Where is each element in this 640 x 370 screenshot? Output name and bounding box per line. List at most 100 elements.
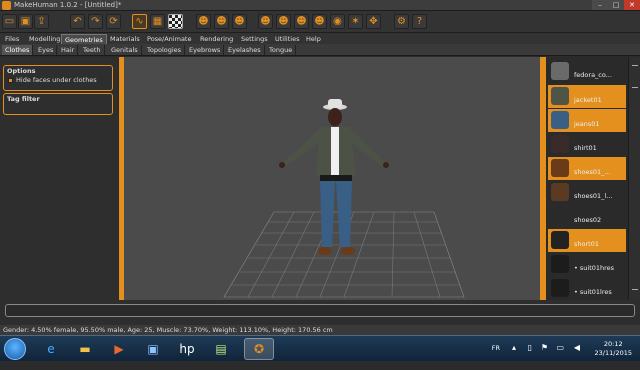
subtab-tongue[interactable]: Tongue — [266, 45, 297, 55]
tab-settings[interactable]: Settings — [238, 34, 271, 44]
tab-materials[interactable]: Materials — [107, 34, 143, 44]
back-view-icon[interactable]: ☻ — [214, 14, 229, 29]
pose-icon[interactable]: ✶ — [348, 14, 363, 29]
bottom-view-icon[interactable]: ☻ — [294, 14, 309, 29]
item-label: • suit01hres — [574, 264, 615, 272]
library-item[interactable]: shoes02 — [548, 205, 626, 228]
save-file-icon[interactable]: ▣ — [18, 14, 33, 29]
maximize-button[interactable]: □ — [608, 0, 624, 10]
new-file-icon[interactable]: ▭ — [2, 14, 17, 29]
subtab-eyelashes[interactable]: Eyelashes — [225, 45, 265, 55]
reset-icon[interactable]: ⟳ — [106, 14, 121, 29]
wireframe-icon[interactable]: ▦ — [150, 14, 165, 29]
subtab-topologies[interactable]: Topologies — [144, 45, 186, 55]
eye-view-icon[interactable]: ◉ — [330, 14, 345, 29]
reset-camera-icon[interactable]: ✥ — [366, 14, 381, 29]
library-right-scrollbar[interactable] — [628, 57, 640, 300]
bottom-area — [0, 300, 640, 325]
jacket-thumbnail — [551, 87, 569, 105]
viewport-scene — [223, 99, 465, 298]
network-icon[interactable]: ▯ — [528, 343, 532, 369]
item-label: shoes01_l... — [574, 192, 613, 200]
checkbox-checked-icon[interactable] — [8, 77, 13, 83]
tab-pose-animate[interactable]: Pose/Animate — [144, 34, 194, 44]
library-item[interactable]: • suit01hres — [548, 253, 626, 276]
scroll-tick — [632, 87, 638, 88]
item-label: shoes02 — [574, 216, 602, 224]
scroll-tick — [632, 65, 638, 66]
smooth-icon[interactable]: ∿ — [132, 14, 147, 29]
redo-icon[interactable]: ↷ — [88, 14, 103, 29]
tag-filter-title[interactable]: Tag filter — [4, 94, 112, 104]
status-bar: Gender: 4.50% female, 95.50% male, Age: … — [0, 325, 640, 335]
library-item[interactable]: short01 — [548, 229, 626, 252]
tab-utilities[interactable]: Utilities — [272, 34, 302, 44]
library-item[interactable]: • suit01lres — [548, 277, 626, 300]
tray-arrow-icon[interactable]: ▴ — [512, 343, 516, 369]
item-label: short01 — [574, 240, 599, 248]
language-indicator[interactable]: FR — [492, 344, 500, 370]
hp-icon[interactable]: hp — [172, 338, 202, 360]
undo-icon[interactable]: ↶ — [70, 14, 85, 29]
start-button[interactable] — [4, 338, 26, 360]
suit-thumbnail — [551, 255, 569, 273]
remote-desktop-icon[interactable]: ▣ — [138, 338, 168, 360]
library-item[interactable]: jeans01 — [548, 109, 626, 132]
flag-icon[interactable]: ⚑ — [541, 343, 548, 369]
display-icon[interactable]: ▭ — [556, 343, 564, 369]
library-item[interactable]: fedora_co... — [548, 60, 626, 83]
left-options-panel: Options Hide faces under clothes Tag fil… — [0, 57, 118, 300]
item-label: • suit01lres — [574, 288, 612, 296]
internet-explorer-icon[interactable]: e — [36, 338, 66, 360]
subtab-hair[interactable]: Hair — [58, 45, 79, 55]
subtab-eyebrows[interactable]: Eyebrows — [186, 45, 225, 55]
library-item[interactable]: shoes01_l... — [548, 181, 626, 204]
makehuman-task-icon[interactable]: ✪ — [244, 338, 274, 360]
item-label: shoes01_... — [574, 168, 611, 176]
short-thumbnail — [551, 231, 569, 249]
top-view-icon[interactable]: ☻ — [276, 14, 291, 29]
progress-command-field[interactable] — [5, 304, 635, 317]
library-item[interactable]: jacket01 — [548, 85, 626, 108]
subtab-clothes[interactable]: Clothes — [2, 45, 34, 55]
tag-filter-box: Tag filter — [3, 93, 113, 115]
help-icon[interactable]: ? — [412, 14, 427, 29]
human-model — [279, 99, 389, 255]
clock-date: 23/11/2015 — [594, 349, 632, 357]
shirt-thumbnail — [551, 135, 569, 153]
subtab-eyes[interactable]: Eyes — [35, 45, 58, 55]
file-explorer-icon[interactable]: ▬ — [70, 338, 100, 360]
notepad-icon[interactable]: ▤ — [206, 338, 236, 360]
title-bar: MakeHuman 1.0.2 - [Untitled]* – □ ✕ — [0, 0, 640, 11]
right-view-icon[interactable]: ☻ — [258, 14, 273, 29]
options-title: Options — [7, 67, 36, 75]
media-player-icon[interactable]: ▶ — [104, 338, 134, 360]
hide-faces-checkbox[interactable]: Hide faces under clothes — [4, 76, 112, 84]
front-view-2-icon[interactable]: ☻ — [312, 14, 327, 29]
settings-icon[interactable]: ⚙ — [394, 14, 409, 29]
shoes-thumbnail — [551, 183, 569, 201]
front-view-icon[interactable]: ☻ — [196, 14, 211, 29]
export-file-icon[interactable]: ⇪ — [34, 14, 49, 29]
geometry-sub-tabs: Clothes Eyes Hair Teeth Genitals Topolog… — [0, 44, 640, 56]
tab-help[interactable]: Help — [303, 34, 324, 44]
left-view-icon[interactable]: ☻ — [232, 14, 247, 29]
system-clock[interactable]: 20:12 23/11/2015 — [595, 340, 632, 358]
minimize-button[interactable]: – — [592, 0, 608, 10]
item-label: jacket01 — [574, 96, 602, 104]
library-item[interactable]: shirt01 — [548, 133, 626, 156]
item-label: fedora_co... — [574, 71, 612, 79]
3d-viewport[interactable] — [124, 57, 540, 300]
tab-geometries[interactable]: Geometries — [61, 34, 107, 44]
volume-icon[interactable]: ◀ — [574, 343, 580, 369]
tab-modelling[interactable]: Modelling — [26, 34, 63, 44]
background-checker-icon[interactable] — [168, 14, 183, 29]
close-button[interactable]: ✕ — [624, 0, 640, 10]
item-label: jeans01 — [574, 120, 600, 128]
subtab-genitals[interactable]: Genitals — [108, 45, 142, 55]
tab-files[interactable]: Files — [2, 34, 22, 44]
subtab-teeth[interactable]: Teeth — [80, 45, 105, 55]
clothes-library: fedora_co... jacket01 jeans01 shirt01 sh… — [546, 57, 628, 300]
tab-rendering[interactable]: Rendering — [197, 34, 236, 44]
library-item[interactable]: shoes01_... — [548, 157, 626, 180]
